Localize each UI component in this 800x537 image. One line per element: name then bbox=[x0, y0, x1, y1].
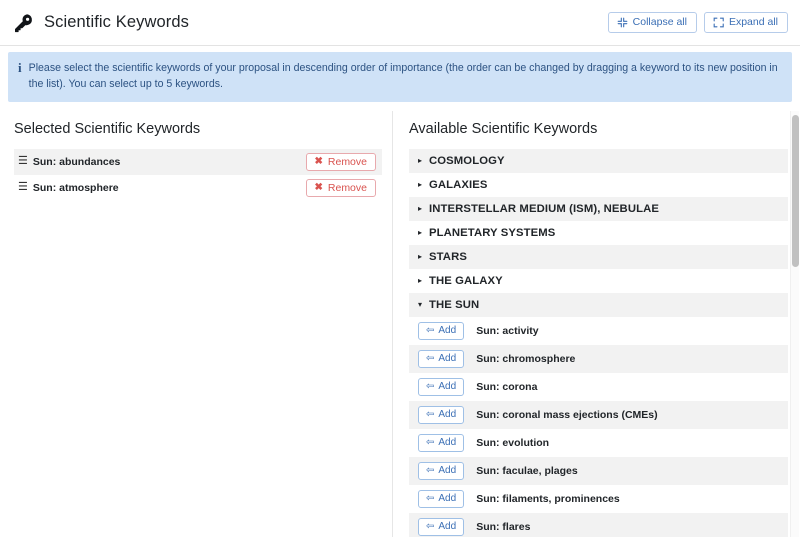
keyword-label: Sun: corona bbox=[476, 381, 537, 393]
drag-handle-icon[interactable]: ☰ bbox=[18, 156, 28, 167]
remove-button-label: Remove bbox=[328, 183, 367, 194]
compress-arrows-icon bbox=[617, 17, 628, 28]
selected-keyword-row[interactable]: ☰ Sun: atmosphere ✖ Remove bbox=[14, 175, 382, 201]
keyword-label: Sun: filaments, prominences bbox=[476, 493, 620, 505]
selected-panel-title: Selected Scientific Keywords bbox=[14, 111, 382, 149]
remove-button-label: Remove bbox=[328, 157, 367, 168]
keyword-row: ⇦ Add Sun: flares bbox=[409, 513, 788, 537]
keyword-row: ⇦ Add Sun: coronal mass ejections (CMEs) bbox=[409, 401, 788, 429]
keyword-row: ⇦ Add Sun: evolution bbox=[409, 429, 788, 457]
add-keyword-button[interactable]: ⇦ Add bbox=[418, 462, 464, 480]
add-button-label: Add bbox=[438, 438, 456, 448]
remove-keyword-button[interactable]: ✖ Remove bbox=[306, 179, 377, 198]
selected-keyword-label: Sun: abundances bbox=[33, 156, 306, 168]
info-banner: i Please select the scientific keywords … bbox=[8, 52, 792, 102]
chevron-right-icon[interactable]: ▸ bbox=[418, 253, 422, 261]
add-keyword-button[interactable]: ⇦ Add bbox=[418, 322, 464, 340]
category-label: PLANETARY SYSTEMS bbox=[429, 227, 555, 239]
add-keyword-button[interactable]: ⇦ Add bbox=[418, 518, 464, 536]
add-button-label: Add bbox=[438, 410, 456, 420]
add-button-label: Add bbox=[438, 382, 456, 392]
arrow-left-icon: ⇦ bbox=[426, 326, 434, 336]
arrow-left-icon: ⇦ bbox=[426, 382, 434, 392]
info-banner-text: Please select the scientific keywords of… bbox=[29, 60, 782, 93]
info-icon: i bbox=[18, 60, 22, 76]
keyword-row: ⇦ Add Sun: corona bbox=[409, 373, 788, 401]
arrow-left-icon: ⇦ bbox=[426, 410, 434, 420]
category-row[interactable]: ▸ COSMOLOGY bbox=[409, 149, 788, 173]
category-row[interactable]: ▸ GALAXIES bbox=[409, 173, 788, 197]
category-label: STARS bbox=[429, 251, 467, 263]
arrow-left-icon: ⇦ bbox=[426, 438, 434, 448]
collapse-all-button[interactable]: Collapse all bbox=[608, 12, 697, 33]
category-row[interactable]: ▸ STARS bbox=[409, 245, 788, 269]
x-icon: ✖ bbox=[315, 157, 323, 167]
keyword-label: Sun: faculae, plages bbox=[476, 465, 578, 477]
chevron-right-icon[interactable]: ▸ bbox=[418, 181, 422, 189]
category-row[interactable]: ▸ INTERSTELLAR MEDIUM (ISM), NEBULAE bbox=[409, 197, 788, 221]
category-label: COSMOLOGY bbox=[429, 155, 505, 167]
category-row[interactable]: ▾ THE SUN bbox=[409, 293, 788, 317]
header-actions: Collapse all Expand all bbox=[608, 12, 788, 33]
add-button-label: Add bbox=[438, 466, 456, 476]
category-label: THE GALAXY bbox=[429, 275, 503, 287]
expand-all-label: Expand all bbox=[729, 17, 778, 28]
add-keyword-button[interactable]: ⇦ Add bbox=[418, 490, 464, 508]
category-label: THE SUN bbox=[429, 299, 479, 311]
category-label: INTERSTELLAR MEDIUM (ISM), NEBULAE bbox=[429, 203, 659, 215]
selected-keyword-label: Sun: atmosphere bbox=[33, 182, 306, 194]
keyword-row: ⇦ Add Sun: faculae, plages bbox=[409, 457, 788, 485]
category-label: GALAXIES bbox=[429, 179, 488, 191]
category-row[interactable]: ▸ THE GALAXY bbox=[409, 269, 788, 293]
chevron-right-icon[interactable]: ▸ bbox=[418, 157, 422, 165]
category-row[interactable]: ▸ PLANETARY SYSTEMS bbox=[409, 221, 788, 245]
key-icon bbox=[14, 13, 34, 33]
arrow-left-icon: ⇦ bbox=[426, 494, 434, 504]
add-button-label: Add bbox=[438, 494, 456, 504]
collapse-all-label: Collapse all bbox=[633, 17, 687, 28]
add-button-label: Add bbox=[438, 354, 456, 364]
keyword-row: ⇦ Add Sun: chromosphere bbox=[409, 345, 788, 373]
keyword-label: Sun: coronal mass ejections (CMEs) bbox=[476, 409, 657, 421]
available-scrollbar-thumb[interactable] bbox=[792, 115, 799, 267]
add-button-label: Add bbox=[438, 522, 456, 532]
add-button-label: Add bbox=[438, 326, 456, 336]
chevron-right-icon[interactable]: ▸ bbox=[418, 205, 422, 213]
selected-keywords-panel: Selected Scientific Keywords ☰ Sun: abund… bbox=[0, 111, 393, 537]
keyword-label: Sun: evolution bbox=[476, 437, 549, 449]
page-title: Scientific Keywords bbox=[44, 13, 608, 32]
expand-all-button[interactable]: Expand all bbox=[704, 12, 788, 33]
chevron-down-icon[interactable]: ▾ bbox=[418, 301, 422, 309]
page-header: Scientific Keywords Collapse all Expand … bbox=[0, 0, 800, 46]
available-keywords-panel: Available Scientific Keywords ▸ COSMOLOGY… bbox=[393, 111, 788, 537]
keyword-label: Sun: chromosphere bbox=[476, 353, 575, 365]
arrow-left-icon: ⇦ bbox=[426, 522, 434, 532]
chevron-right-icon[interactable]: ▸ bbox=[418, 229, 422, 237]
x-icon: ✖ bbox=[315, 183, 323, 193]
selected-keyword-row[interactable]: ☰ Sun: abundances ✖ Remove bbox=[14, 149, 382, 175]
add-keyword-button[interactable]: ⇦ Add bbox=[418, 350, 464, 368]
add-keyword-button[interactable]: ⇦ Add bbox=[418, 434, 464, 452]
keyword-label: Sun: activity bbox=[476, 325, 538, 337]
add-keyword-button[interactable]: ⇦ Add bbox=[418, 378, 464, 396]
keyword-category-tree: ▸ COSMOLOGY ▸ GALAXIES ▸ INTERSTELLAR MEDIUM … bbox=[409, 149, 788, 537]
arrow-left-icon: ⇦ bbox=[426, 466, 434, 476]
available-scrollbar[interactable] bbox=[790, 111, 799, 537]
add-keyword-button[interactable]: ⇦ Add bbox=[418, 406, 464, 424]
selected-keywords-list: ☰Sun: abundances✖Remove☰Sun: atmosphere✖… bbox=[14, 149, 382, 201]
keyword-label: Sun: flares bbox=[476, 521, 530, 533]
keywords-body: Selected Scientific Keywords ☰ Sun: abund… bbox=[0, 111, 800, 537]
expand-arrows-icon bbox=[713, 17, 724, 28]
available-panel-title: Available Scientific Keywords bbox=[409, 111, 788, 149]
remove-keyword-button[interactable]: ✖ Remove bbox=[306, 153, 377, 172]
arrow-left-icon: ⇦ bbox=[426, 354, 434, 364]
drag-handle-icon[interactable]: ☰ bbox=[18, 182, 28, 193]
keyword-row: ⇦ Add Sun: filaments, prominences bbox=[409, 485, 788, 513]
keyword-row: ⇦ Add Sun: activity bbox=[409, 317, 788, 345]
chevron-right-icon[interactable]: ▸ bbox=[418, 277, 422, 285]
